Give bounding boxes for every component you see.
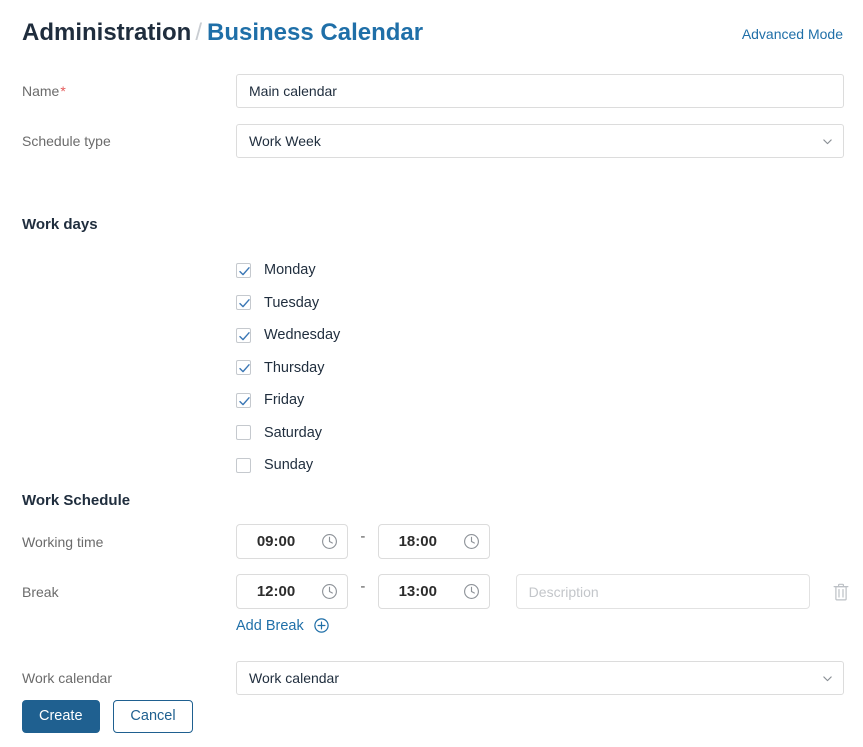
delete-break-button[interactable] (832, 582, 850, 602)
checkbox-friday[interactable] (236, 392, 251, 408)
name-label-text: Name (22, 83, 60, 99)
add-break-button[interactable]: Add Break (236, 618, 329, 634)
form-row-schedule-type: Schedule type Work Week (0, 116, 863, 166)
day-label-thursday: Thursday (264, 359, 325, 376)
check-icon (239, 396, 250, 406)
breadcrumb-current: Business Calendar (207, 19, 424, 46)
name-label: Name* (22, 83, 66, 99)
break-end-input[interactable] (378, 575, 457, 608)
breadcrumb-separator: / (195, 19, 203, 46)
clock-icon[interactable] (463, 533, 480, 550)
break-start-input[interactable] (237, 575, 315, 608)
working-time-label: Working time (22, 534, 104, 550)
day-row-thursday[interactable]: Thursday (236, 352, 340, 385)
form-actions: Create Cancel (22, 700, 193, 733)
work-calendar-select-wrap: Work calendar (236, 661, 844, 695)
day-label-monday: Monday (264, 262, 316, 279)
break-end-box (377, 574, 490, 609)
required-asterisk: * (60, 83, 66, 99)
cancel-button[interactable]: Cancel (113, 700, 193, 733)
checkbox-tuesday[interactable] (236, 295, 251, 311)
breadcrumb-root[interactable]: Administration (22, 19, 191, 46)
breadcrumb: Administration / Business Calendar (22, 18, 423, 48)
work-schedule-heading: Work Schedule (22, 492, 131, 509)
schedule-type-select[interactable]: Work Week (236, 124, 844, 158)
break-label: Break (22, 584, 59, 600)
day-label-friday: Friday (264, 392, 305, 409)
checkbox-monday[interactable] (236, 262, 251, 278)
form-row-working-time: Working time - (0, 518, 863, 566)
day-row-saturday[interactable]: Saturday (236, 417, 340, 450)
add-break-label: Add Break (236, 618, 304, 634)
check-icon (239, 299, 250, 308)
work-calendar-field-wrap: Work calendar (236, 661, 844, 695)
break-fields: - (236, 574, 850, 609)
day-row-tuesday[interactable]: Tuesday (236, 287, 340, 320)
create-button[interactable]: Create (22, 700, 100, 733)
advanced-mode-link[interactable]: Advanced Mode (742, 25, 843, 43)
form-row-break: Break - (0, 568, 863, 616)
break-range-separator: - (360, 578, 366, 595)
clock-icon[interactable] (321, 533, 338, 550)
checkbox-thursday[interactable] (236, 360, 251, 376)
form-row-name: Name* (0, 66, 863, 116)
working-time-end-box (377, 524, 490, 559)
day-label-sunday: Sunday (264, 457, 314, 474)
working-time-start-input[interactable] (237, 525, 315, 558)
name-input[interactable] (236, 74, 844, 108)
checkbox-saturday[interactable] (236, 425, 251, 441)
name-field-wrap (236, 74, 844, 108)
checkbox-sunday[interactable] (236, 457, 251, 473)
working-time-range-separator: - (360, 528, 366, 545)
work-days-list: Monday Tuesday Wednesday Thursday Friday… (236, 254, 340, 482)
break-start-box (236, 574, 348, 609)
day-row-friday[interactable]: Friday (236, 384, 340, 417)
day-row-sunday[interactable]: Sunday (236, 449, 340, 482)
day-label-saturday: Saturday (264, 424, 323, 441)
day-label-wednesday: Wednesday (264, 327, 341, 344)
schedule-type-select-wrap: Work Week (236, 124, 844, 158)
clock-icon[interactable] (463, 583, 480, 600)
check-icon (239, 364, 250, 373)
schedule-type-field-wrap: Work Week (236, 124, 844, 158)
check-icon (239, 266, 250, 276)
day-label-tuesday: Tuesday (264, 294, 320, 311)
work-days-heading: Work days (22, 216, 98, 233)
form-row-work-calendar: Work calendar Work calendar (0, 654, 863, 702)
day-row-monday[interactable]: Monday (236, 254, 340, 287)
working-time-end-input[interactable] (378, 525, 457, 558)
schedule-type-label: Schedule type (22, 133, 111, 149)
working-time-fields: - (236, 524, 490, 559)
business-calendar-form: Name* Schedule type Work Week Work days (0, 66, 863, 733)
trash-icon (833, 583, 849, 600)
page-header: Administration / Business Calendar Advance… (0, 0, 863, 66)
work-calendar-select[interactable]: Work calendar (236, 661, 844, 695)
day-row-wednesday[interactable]: Wednesday (236, 319, 340, 352)
plus-circle-icon (314, 618, 329, 633)
break-description-input[interactable] (515, 574, 810, 609)
work-calendar-label: Work calendar (22, 670, 113, 686)
working-time-start-box (236, 524, 348, 559)
checkbox-wednesday[interactable] (236, 327, 251, 343)
clock-icon[interactable] (321, 583, 338, 600)
check-icon (239, 331, 250, 341)
